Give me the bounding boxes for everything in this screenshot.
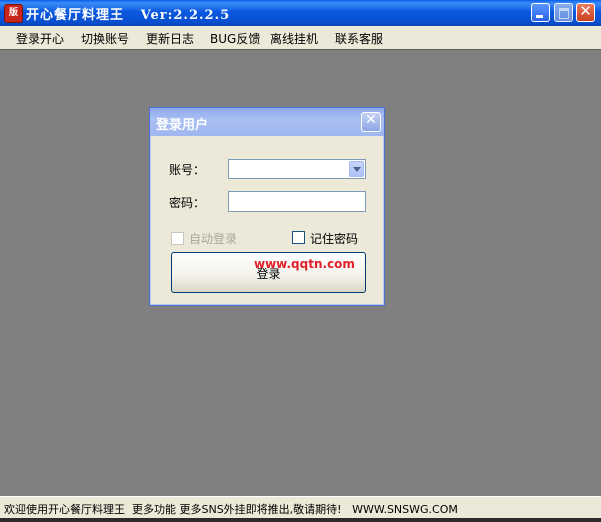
watermark-text: www.qqtn.com [254,257,355,271]
status-bar: 欢迎使用开心餐厅料理王 更多功能 更多SNS外挂即将推出,敬请期待! WWW.S… [0,496,601,519]
window-titlebar[interactable]: 版 开心餐厅料理王 Ver:2.2.2.5 ✕ [0,0,601,26]
dropdown-arrow-icon[interactable] [349,161,364,177]
window-title: 开心餐厅料理王 Ver:2.2.2.5 [26,8,231,23]
menu-item-login-kaixin[interactable]: 登录开心 [16,30,64,47]
menu-item-offline-hangup[interactable]: 离线挂机 [270,30,318,47]
menu-item-bug-report[interactable]: BUG反馈 [210,30,260,47]
menu-item-contact-support[interactable]: 联系客服 [335,30,383,47]
account-label: 账号： [169,163,206,177]
dialog-title: 登录用户 [156,118,209,133]
minimize-button[interactable] [531,3,550,22]
menu-bar: 登录开心 切换账号 更新日志 BUG反馈 离线挂机 联系客服 [0,26,601,49]
menu-item-switch-account[interactable]: 切换账号 [81,30,129,47]
auto-login-checkbox[interactable] [171,232,184,245]
account-combobox[interactable] [228,159,366,179]
close-icon: ✕ [365,112,377,128]
dialog-close-button[interactable]: ✕ [361,112,381,132]
password-label: 密码： [169,196,206,210]
password-field[interactable] [228,191,366,212]
remember-password-checkbox[interactable] [292,231,305,244]
taskbar-edge [0,518,601,522]
auto-login-label: 自动登录 [189,232,238,246]
menu-item-update-log[interactable]: 更新日志 [146,30,194,47]
maximize-button[interactable] [554,3,573,22]
close-icon: ✕ [579,2,592,20]
remember-password-label: 记住密码 [310,232,359,246]
status-text: 欢迎使用开心餐厅料理王 更多功能 更多SNS外挂即将推出,敬请期待! WWW.S… [4,503,458,516]
app-icon[interactable]: 版 [4,4,23,23]
dialog-titlebar[interactable]: 登录用户 ✕ [150,108,384,136]
login-dialog: 登录用户 ✕ 账号： 密码： 自动登录 记住密码 登录 www.qqtn.com [149,107,385,306]
close-button[interactable]: ✕ [576,2,595,22]
